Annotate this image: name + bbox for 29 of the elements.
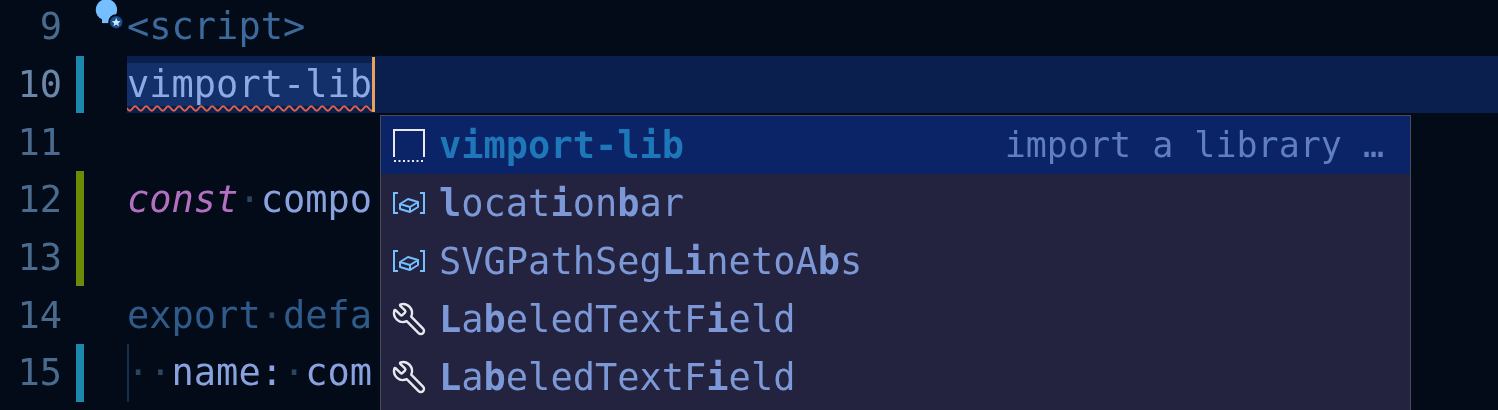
text-cursor [372, 57, 376, 113]
wrench-icon [391, 301, 427, 337]
whitespace-dots: · [238, 178, 261, 222]
code-text: <script> [127, 5, 306, 49]
suggestion-item[interactable]: LabeledTextField [381, 290, 1410, 348]
whitespace-dots: · [260, 293, 283, 337]
line-number: 13 [16, 236, 62, 280]
code-text: name: [171, 351, 283, 395]
code-text: export [127, 293, 261, 337]
whitespace-dots: · [282, 351, 306, 395]
wrench-icon [391, 359, 427, 395]
code-text: compo [260, 178, 373, 222]
line-number: 10 [16, 63, 62, 107]
line-number: 12 [16, 178, 62, 222]
code-text: vimport-lib [127, 63, 373, 107]
suggestion-item[interactable]: LabeledTextField [381, 348, 1410, 406]
suggestion-item[interactable]: locationbar [381, 174, 1410, 232]
line-number: 9 [38, 5, 62, 49]
snippet-icon [391, 127, 427, 163]
suggestion-item[interactable]: SVGPathSegLinetoAbs [381, 232, 1410, 290]
line-number: 14 [16, 293, 62, 337]
whitespace-dots: ·· [127, 351, 172, 395]
suggestion-item[interactable]: vimport-lib import a library … [381, 116, 1410, 174]
line-number: 11 [16, 120, 62, 164]
code-text: const [127, 178, 239, 222]
code-text: defa [282, 293, 373, 337]
suggestion-detail: import a library … [1004, 125, 1384, 165]
line-number: 15 [16, 351, 62, 395]
code-text: com [305, 351, 373, 395]
